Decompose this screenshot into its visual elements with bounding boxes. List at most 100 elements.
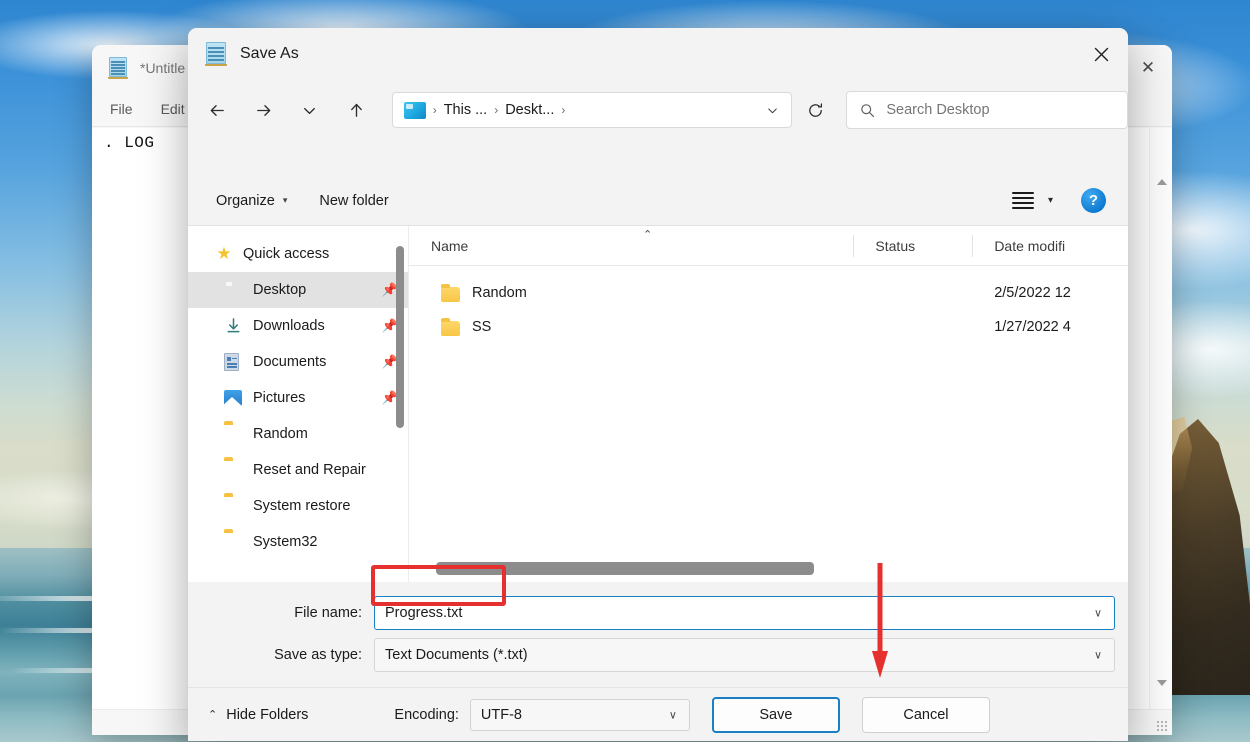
chevron-down-icon[interactable]: ∨ — [1094, 649, 1102, 662]
hide-folders-button[interactable]: ⌃ Hide Folders — [202, 701, 314, 729]
folder-icon — [224, 424, 244, 444]
menu-file[interactable]: File — [100, 97, 143, 121]
dialog-footer: ⌃ Hide Folders Encoding: UTF-8 ∨ Save Ca… — [188, 687, 1128, 741]
navigation-bar: › This ... › Deskt... › — [188, 80, 1128, 140]
sidebar-item-random[interactable]: Random — [188, 416, 408, 452]
sidebar-item-pictures[interactable]: Pictures 📌 — [188, 380, 408, 416]
column-header-name[interactable]: Name ⌃ — [409, 226, 853, 266]
organize-button[interactable]: Organize ▾ — [212, 188, 291, 214]
file-list-header: Name ⌃ Status Date modifi — [409, 226, 1128, 266]
search-icon — [859, 102, 876, 119]
sidebar-item-downloads[interactable]: Downloads 📌 — [188, 308, 408, 344]
savetype-label: Save as type: — [188, 647, 374, 663]
sidebar-item-desktop[interactable]: Desktop 📌 — [188, 272, 408, 308]
scroll-up-arrow-icon[interactable] — [1150, 172, 1172, 192]
this-pc-icon — [404, 102, 426, 119]
folder-icon — [224, 460, 244, 480]
breadcrumb-item-this-pc[interactable]: This ... — [444, 102, 488, 118]
column-label: Status — [875, 238, 915, 254]
chevron-down-icon: ▾ — [283, 195, 288, 206]
chevron-down-icon[interactable]: ∨ — [669, 708, 677, 721]
column-header-date-modified[interactable]: Date modifi — [972, 226, 1128, 266]
save-as-dialog[interactable]: Save As › This ... › — [188, 28, 1128, 741]
file-list[interactable]: Name ⌃ Status Date modifi Random 2/5/202… — [409, 226, 1128, 582]
sidebar-item-system-restore[interactable]: System restore — [188, 488, 408, 524]
table-row[interactable]: Random 2/5/2022 12 — [409, 278, 1128, 308]
sidebar-scrollbar-thumb[interactable] — [396, 246, 404, 428]
help-icon[interactable]: ? — [1081, 188, 1106, 213]
forward-icon[interactable] — [248, 93, 279, 127]
chevron-up-icon: ⌃ — [208, 708, 217, 721]
view-chevron-down-icon[interactable]: ▾ — [1048, 195, 1053, 206]
sidebar-item-documents[interactable]: Documents 📌 — [188, 344, 408, 380]
encoding-select[interactable]: UTF-8 ∨ — [470, 699, 690, 731]
column-header-status[interactable]: Status — [853, 226, 972, 266]
breadcrumb[interactable]: › This ... › Deskt... › — [392, 92, 793, 128]
dialog-title: Save As — [240, 45, 299, 63]
new-folder-label: New folder — [319, 193, 388, 209]
column-label: Name — [431, 238, 468, 254]
cancel-button[interactable]: Cancel — [862, 697, 990, 733]
navigation-sidebar[interactable]: ★ Quick access Desktop 📌 Downloads 📌 — [188, 226, 409, 582]
new-folder-button[interactable]: New folder — [315, 188, 392, 214]
filename-input[interactable]: Progress.txt ∨ — [374, 596, 1115, 630]
sort-ascending-icon: ⌃ — [643, 228, 652, 241]
folder-icon — [224, 532, 244, 552]
horizontal-scrollbar-thumb[interactable] — [436, 562, 814, 575]
view-options-icon[interactable] — [1012, 192, 1034, 210]
file-name-label: SS — [472, 319, 491, 335]
filename-label: File name: — [188, 605, 374, 621]
file-name-cell: SS — [409, 318, 854, 336]
back-icon[interactable] — [202, 93, 233, 127]
monitor-icon — [224, 280, 244, 300]
sidebar-item-label: Reset and Repair — [253, 462, 366, 478]
folder-icon — [224, 496, 244, 516]
savetype-row: Save as type: Text Documents (*.txt) ∨ — [188, 636, 1128, 674]
table-row[interactable]: SS 1/27/2022 4 — [409, 312, 1128, 342]
organize-label: Organize — [216, 193, 275, 209]
encoding-label: Encoding: — [394, 707, 459, 723]
breadcrumb-separator: › — [487, 103, 505, 117]
notepad-close-icon[interactable]: ✕ — [1124, 45, 1172, 91]
breadcrumb-separator: › — [554, 103, 572, 117]
search-box[interactable] — [846, 91, 1128, 129]
file-date-cell: 2/5/2022 12 — [972, 285, 1128, 301]
command-bar: Organize ▾ New folder ▾ ? — [188, 176, 1128, 226]
sidebar-item-label: System32 — [253, 534, 317, 550]
recent-locations-chevron-down-icon[interactable] — [294, 93, 325, 127]
refresh-icon[interactable] — [800, 93, 831, 127]
sidebar-item-label: Quick access — [243, 246, 329, 262]
savetype-select[interactable]: Text Documents (*.txt) ∨ — [374, 638, 1115, 672]
file-list-horizontal-scrollbar[interactable] — [409, 562, 1128, 576]
file-date-cell: 1/27/2022 4 — [972, 319, 1128, 335]
dialog-titlebar[interactable]: Save As — [188, 28, 1128, 80]
encoding-value: UTF-8 — [481, 707, 522, 723]
notepad-content: . LOG — [104, 134, 155, 152]
sidebar-item-label: Random — [253, 426, 308, 442]
chevron-down-icon[interactable]: ∨ — [1094, 607, 1102, 620]
form-area: File name: Progress.txt ∨ Save as type: … — [188, 582, 1128, 687]
breadcrumb-chevron-down-icon[interactable] — [757, 95, 787, 125]
sidebar-item-reset-and-repair[interactable]: Reset and Repair — [188, 452, 408, 488]
breadcrumb-item-desktop[interactable]: Deskt... — [505, 102, 554, 118]
close-icon[interactable] — [1074, 28, 1128, 80]
filename-value: Progress.txt — [385, 605, 462, 621]
dialog-content: ★ Quick access Desktop 📌 Downloads 📌 — [188, 226, 1128, 582]
notepad-icon — [205, 42, 227, 66]
breadcrumb-separator: › — [426, 103, 444, 117]
sidebar-item-label: Pictures — [253, 390, 305, 406]
star-icon: ★ — [214, 244, 234, 264]
save-button[interactable]: Save — [712, 697, 840, 733]
scroll-down-arrow-icon[interactable] — [1150, 673, 1172, 693]
documents-icon — [224, 352, 244, 372]
up-icon[interactable] — [341, 93, 372, 127]
resize-grip-icon[interactable] — [1156, 720, 1168, 732]
sidebar-item-quick-access[interactable]: ★ Quick access — [188, 236, 408, 272]
notepad-vertical-scrollbar[interactable] — [1149, 128, 1172, 709]
search-input[interactable] — [886, 102, 1126, 118]
pictures-icon — [224, 388, 244, 408]
sidebar-item-system32[interactable]: System32 — [188, 524, 408, 560]
savetype-value: Text Documents (*.txt) — [385, 647, 528, 663]
sidebar-scrollbar[interactable] — [396, 226, 404, 582]
column-label: Date modifi — [994, 238, 1065, 254]
